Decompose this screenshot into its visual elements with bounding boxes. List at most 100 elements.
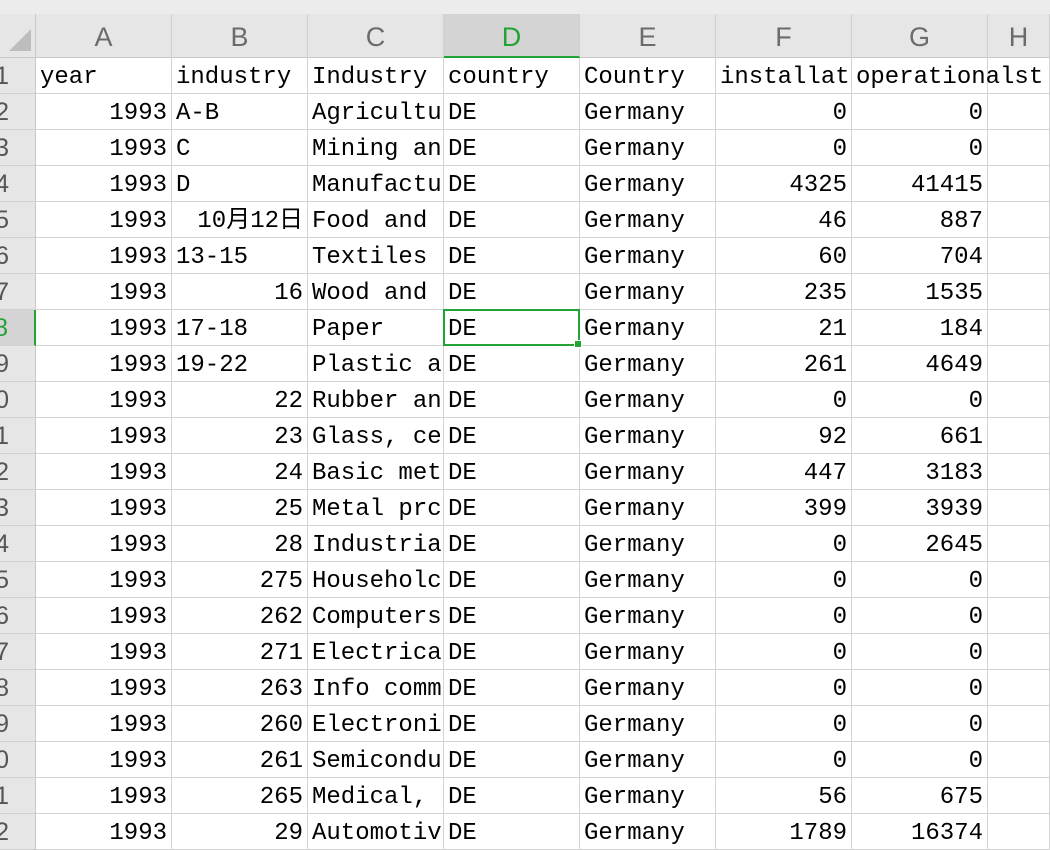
cell-e6[interactable]: Germany [580,238,716,274]
cell-f20[interactable]: 0 [716,742,852,778]
cell-a22[interactable]: 1993 [36,814,172,850]
cell-d20[interactable]: DE [444,742,580,778]
cell-a16[interactable]: 1993 [36,598,172,634]
row-header-7[interactable]: 7 [0,274,36,310]
cell-h20[interactable] [988,742,1050,778]
cell-a2[interactable]: 1993 [36,94,172,130]
cell-d8[interactable]: DE [444,310,580,346]
cell-e10[interactable]: Germany [580,382,716,418]
cell-a5[interactable]: 1993 [36,202,172,238]
cell-g21[interactable]: 675 [852,778,988,814]
cell-g17[interactable]: 0 [852,634,988,670]
cell-a9[interactable]: 1993 [36,346,172,382]
cell-c5[interactable]: Food and [308,202,444,238]
cell-f21[interactable]: 56 [716,778,852,814]
cell-g4[interactable]: 41415 [852,166,988,202]
row-header-17[interactable]: 17 [0,634,36,670]
row-header-20[interactable]: 20 [0,742,36,778]
cell-a4[interactable]: 1993 [36,166,172,202]
cell-c7[interactable]: Wood and [308,274,444,310]
cell-c14[interactable]: Industria [308,526,444,562]
cell-h13[interactable] [988,490,1050,526]
cell-b18[interactable]: 263 [172,670,308,706]
cell-f8[interactable]: 21 [716,310,852,346]
column-header-e[interactable]: E [580,14,716,58]
cell-c13[interactable]: Metal prc [308,490,444,526]
column-header-g[interactable]: G [852,14,988,58]
cell-c12[interactable]: Basic met [308,454,444,490]
cell-b12[interactable]: 24 [172,454,308,490]
cell-h19[interactable] [988,706,1050,742]
column-header-b[interactable]: B [172,14,308,58]
cell-e13[interactable]: Germany [580,490,716,526]
cell-b19[interactable]: 260 [172,706,308,742]
cell-a17[interactable]: 1993 [36,634,172,670]
cell-d18[interactable]: DE [444,670,580,706]
cell-g18[interactable]: 0 [852,670,988,706]
cell-d4[interactable]: DE [444,166,580,202]
cell-h3[interactable] [988,130,1050,166]
cell-g20[interactable]: 0 [852,742,988,778]
cell-h10[interactable] [988,382,1050,418]
cell-h17[interactable] [988,634,1050,670]
header-cell-g[interactable]: operationalst [852,58,1043,94]
cell-c8[interactable]: Paper [308,310,444,346]
cell-e17[interactable]: Germany [580,634,716,670]
cell-e21[interactable]: Germany [580,778,716,814]
cell-g19[interactable]: 0 [852,706,988,742]
cell-c4[interactable]: Manufactu [308,166,444,202]
cell-g2[interactable]: 0 [852,94,988,130]
select-all-button[interactable] [0,14,36,58]
cell-b3[interactable]: C [172,130,308,166]
cell-e2[interactable]: Germany [580,94,716,130]
row-header-18[interactable]: 18 [0,670,36,706]
cell-h9[interactable] [988,346,1050,382]
cell-a11[interactable]: 1993 [36,418,172,454]
cell-f11[interactable]: 92 [716,418,852,454]
row-header-16[interactable]: 16 [0,598,36,634]
header-cell-e[interactable]: Country [580,58,716,94]
cell-f9[interactable]: 261 [716,346,852,382]
cell-e20[interactable]: Germany [580,742,716,778]
cell-d19[interactable]: DE [444,706,580,742]
cell-d15[interactable]: DE [444,562,580,598]
cell-d13[interactable]: DE [444,490,580,526]
cell-h22[interactable] [988,814,1050,850]
cell-f10[interactable]: 0 [716,382,852,418]
cell-a12[interactable]: 1993 [36,454,172,490]
cell-a20[interactable]: 1993 [36,742,172,778]
cell-h16[interactable] [988,598,1050,634]
cell-f5[interactable]: 46 [716,202,852,238]
cell-b11[interactable]: 23 [172,418,308,454]
cell-c21[interactable]: Medical, [308,778,444,814]
cell-e12[interactable]: Germany [580,454,716,490]
cell-h5[interactable] [988,202,1050,238]
cell-e8[interactable]: Germany [580,310,716,346]
row-header-2[interactable]: 2 [0,94,36,130]
header-cell-d[interactable]: country [444,58,580,94]
cell-d9[interactable]: DE [444,346,580,382]
row-header-8[interactable]: 8 [0,310,36,346]
cell-d5[interactable]: DE [444,202,580,238]
cell-c11[interactable]: Glass, ce [308,418,444,454]
cell-f22[interactable]: 1789 [716,814,852,850]
cell-g6[interactable]: 704 [852,238,988,274]
cell-d3[interactable]: DE [444,130,580,166]
cell-g8[interactable]: 184 [852,310,988,346]
cell-f13[interactable]: 399 [716,490,852,526]
header-cell-c[interactable]: Industry [308,58,444,94]
cell-g5[interactable]: 887 [852,202,988,238]
cell-d2[interactable]: DE [444,94,580,130]
cell-d12[interactable]: DE [444,454,580,490]
cell-a21[interactable]: 1993 [36,778,172,814]
cell-c22[interactable]: Automotiv [308,814,444,850]
cell-h14[interactable] [988,526,1050,562]
cell-d14[interactable]: DE [444,526,580,562]
cell-e19[interactable]: Germany [580,706,716,742]
cell-e14[interactable]: Germany [580,526,716,562]
row-header-6[interactable]: 6 [0,238,36,274]
cell-c6[interactable]: Textiles [308,238,444,274]
cell-a7[interactable]: 1993 [36,274,172,310]
cell-f4[interactable]: 4325 [716,166,852,202]
cell-d7[interactable]: DE [444,274,580,310]
